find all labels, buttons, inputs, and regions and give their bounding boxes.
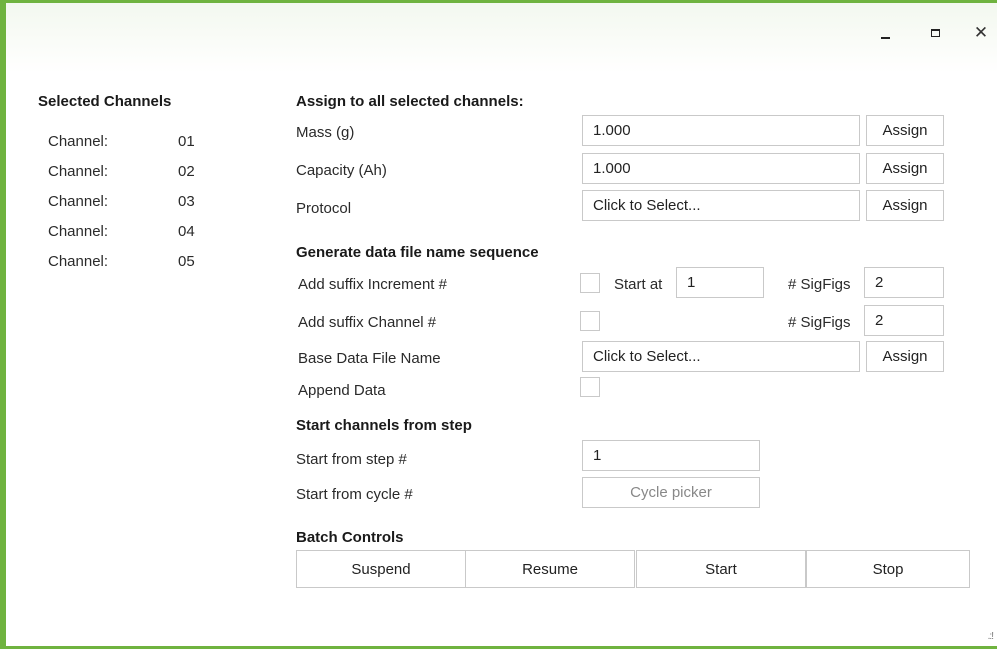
- start-step-label: Start from step #: [296, 451, 407, 468]
- base-name-label: Base Data File Name: [298, 350, 441, 367]
- sigfigs-increment-input[interactable]: [875, 274, 933, 291]
- batch-section-title: Batch Controls: [296, 529, 404, 546]
- channel-label: Channel:: [48, 253, 109, 270]
- channel-number: 04: [178, 223, 195, 240]
- suffix-increment-checkbox[interactable]: [580, 273, 600, 293]
- minimize-icon: [880, 37, 890, 39]
- start-button[interactable]: Start: [636, 550, 806, 588]
- cycle-picker-button[interactable]: Cycle picker: [582, 477, 760, 508]
- channel-label: Channel:: [48, 193, 109, 210]
- maximize-icon: [930, 29, 940, 37]
- start-step-input[interactable]: [593, 447, 749, 464]
- suffix-channel-checkbox[interactable]: [580, 311, 600, 331]
- start-step-field[interactable]: [582, 440, 760, 471]
- mass-field[interactable]: [582, 115, 860, 146]
- capacity-input[interactable]: [593, 160, 849, 177]
- start-at-label: Start at: [614, 276, 663, 293]
- close-button[interactable]: ✕: [968, 21, 994, 45]
- sigfigs-channel-field[interactable]: [864, 305, 944, 336]
- mass-input[interactable]: [593, 122, 849, 139]
- start-cycle-label: Start from cycle #: [296, 486, 413, 503]
- selected-channels-title: Selected Channels: [38, 93, 172, 110]
- assign-capacity-button[interactable]: Assign: [866, 153, 944, 184]
- sigfigs-channel-label: # SigFigs: [788, 314, 851, 331]
- assign-section-title: Assign to all selected channels:: [296, 93, 524, 110]
- stop-button[interactable]: Stop: [806, 550, 970, 588]
- maximize-button[interactable]: [922, 21, 948, 45]
- title-bar: ✕: [6, 3, 997, 73]
- channel-number: 02: [178, 163, 195, 180]
- assign-mass-button[interactable]: Assign: [866, 115, 944, 146]
- append-data-checkbox[interactable]: [580, 377, 600, 397]
- suspend-button[interactable]: Suspend: [296, 550, 466, 588]
- sigfigs-increment-label: # SigFigs: [788, 276, 851, 293]
- sigfigs-increment-field[interactable]: [864, 267, 944, 298]
- base-name-selector[interactable]: Click to Select...: [582, 341, 860, 372]
- capacity-label: Capacity (Ah): [296, 162, 387, 179]
- sigfigs-channel-input[interactable]: [875, 312, 933, 329]
- protocol-label: Protocol: [296, 200, 352, 217]
- channel-number: 05: [178, 253, 195, 270]
- start-at-field[interactable]: [676, 267, 764, 298]
- close-icon: ✕: [973, 23, 989, 42]
- protocol-selector[interactable]: Click to Select...: [582, 190, 860, 221]
- channel-number: 01: [178, 133, 195, 150]
- append-data-label: Append Data: [298, 382, 386, 399]
- minimize-button[interactable]: [872, 21, 898, 45]
- resize-grip-icon[interactable]: .:!: [988, 631, 994, 642]
- channel-label: Channel:: [48, 223, 109, 240]
- suffix-channel-label: Add suffix Channel #: [298, 314, 437, 331]
- main-window: ✕ Selected Channels Channel: 01 Channel:…: [0, 0, 997, 649]
- assign-base-name-button[interactable]: Assign: [866, 341, 944, 372]
- step-section-title: Start channels from step: [296, 417, 472, 434]
- assign-protocol-button[interactable]: Assign: [866, 190, 944, 221]
- base-name-value: Click to Select...: [593, 348, 701, 365]
- start-at-input[interactable]: [687, 274, 753, 291]
- mass-label: Mass (g): [296, 124, 355, 141]
- suffix-increment-label: Add suffix Increment #: [298, 276, 447, 293]
- channel-number: 03: [178, 193, 195, 210]
- filename-section-title: Generate data file name sequence: [296, 244, 539, 261]
- protocol-value: Click to Select...: [593, 197, 701, 214]
- capacity-field[interactable]: [582, 153, 860, 184]
- channel-label: Channel:: [48, 163, 109, 180]
- resume-button[interactable]: Resume: [465, 550, 635, 588]
- channel-label: Channel:: [48, 133, 109, 150]
